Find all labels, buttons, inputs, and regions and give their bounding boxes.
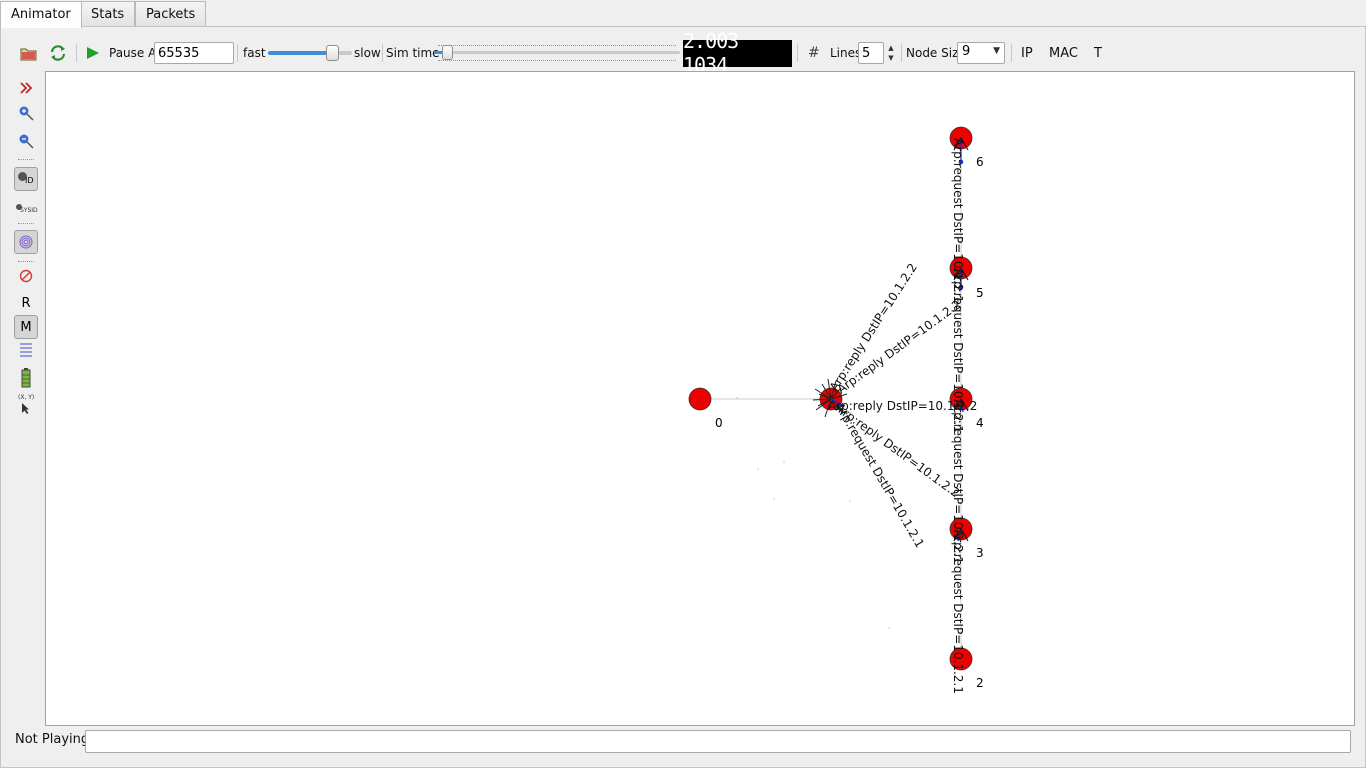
tab-bar: Animator Stats Packets [0, 0, 1366, 28]
m-button[interactable]: M [14, 315, 38, 339]
sim-time-label: Sim time [386, 46, 440, 60]
node-3-label: 3 [976, 546, 984, 560]
tab-stats[interactable]: Stats [80, 1, 136, 27]
lines-label: Lines [830, 46, 862, 60]
t-button[interactable]: T [1094, 36, 1102, 70]
toolbar-separator [1011, 44, 1012, 62]
node-5-label: 5 [976, 286, 984, 300]
cursor-xy-icon: (X, Y) [14, 394, 38, 416]
show-sysid-button[interactable]: SYSID [14, 197, 38, 221]
side-separator [18, 261, 34, 262]
battery-button[interactable] [14, 366, 38, 390]
tab-animator[interactable]: Animator [0, 1, 82, 28]
grid-icon[interactable]: # [808, 36, 820, 70]
show-node-id-button[interactable]: ID [14, 167, 38, 191]
sysid-icon: SYSID [14, 203, 38, 215]
speed-slider[interactable] [268, 36, 352, 70]
status-message-box [85, 730, 1351, 753]
node-6-label: 6 [976, 155, 984, 169]
play-icon [87, 47, 99, 59]
speed-slider-fill [268, 51, 333, 55]
toolbar-separator [76, 44, 77, 62]
r-button[interactable]: R [14, 291, 38, 315]
fast-label: fast [243, 46, 266, 60]
node-4-label: 4 [976, 416, 984, 430]
node-id-icon: ID [17, 171, 35, 187]
battery-icon [21, 368, 31, 388]
disable-button[interactable] [14, 264, 38, 288]
zoom-out-button[interactable] [14, 129, 38, 153]
speed-slider-handle[interactable] [326, 45, 339, 61]
zoom-out-icon [19, 134, 34, 149]
chevron-down-icon: ▼ [993, 46, 1000, 56]
slow-label: slow [354, 46, 381, 60]
toolbar-separator [797, 44, 798, 62]
expand-toolbar-button[interactable] [14, 76, 38, 100]
spin-up-icon[interactable]: ▲ [885, 43, 897, 53]
sim-time-slider[interactable] [434, 36, 680, 70]
mac-button[interactable]: MAC [1049, 36, 1078, 70]
side-separator [18, 159, 34, 160]
play-button[interactable] [86, 36, 100, 70]
toolbar-separator [382, 44, 383, 62]
animation-canvas[interactable]: 0 6 5 4 3 2 Arp:reply DstIP=10.1.2.2 Arp… [45, 71, 1355, 726]
forbidden-icon [19, 269, 33, 283]
request-label-5: Arp:request DstIP=10.1.2.1 [951, 529, 965, 694]
node-0[interactable]: 0 [688, 387, 723, 430]
node-0-label: 0 [715, 416, 723, 430]
sim-time-display: 2.003 1034 [683, 29, 792, 77]
toolbar-separator [237, 44, 238, 62]
reload-button[interactable] [49, 36, 67, 70]
zoom-in-button[interactable] [14, 101, 38, 125]
lines-spinbox[interactable] [858, 42, 884, 64]
packet-list-button[interactable] [14, 339, 38, 363]
folder-icon [20, 48, 37, 60]
animator-toolbar: Pause At fast slow Sim time 2.003 1034 #… [0, 29, 1366, 77]
wireless-circles-icon [19, 235, 33, 249]
sim-time-handle[interactable] [442, 45, 453, 60]
side-separator [18, 223, 34, 224]
mouse-position-button[interactable]: (X, Y) [14, 393, 38, 417]
reload-icon [50, 45, 66, 61]
open-file-button[interactable] [20, 36, 37, 70]
toolbar-separator [901, 44, 902, 62]
play-status: Not Playing [15, 732, 90, 747]
request-label-1: Arp:request DstIP=10.1.2.1 [832, 401, 927, 551]
zoom-in-icon [19, 106, 34, 121]
node-2-label: 2 [976, 676, 984, 690]
ip-button[interactable]: IP [1021, 36, 1033, 70]
pause-at-input[interactable] [154, 42, 234, 64]
lines-icon [20, 343, 32, 357]
tab-packets[interactable]: Packets [135, 1, 207, 27]
packet-labels: Arp:reply DstIP=10.1.2.2 Arp:reply DstIP… [827, 138, 978, 694]
spin-down-icon[interactable]: ▼ [885, 53, 897, 63]
double-chevron-right-icon [20, 82, 32, 94]
network-topology: 0 6 5 4 3 2 Arp:reply DstIP=10.1.2.2 Arp… [688, 126, 984, 694]
node-size-value: 9 [962, 44, 971, 59]
node-size-select[interactable]: 9 ▼ [957, 42, 1005, 64]
show-wireless-button[interactable] [14, 230, 38, 254]
